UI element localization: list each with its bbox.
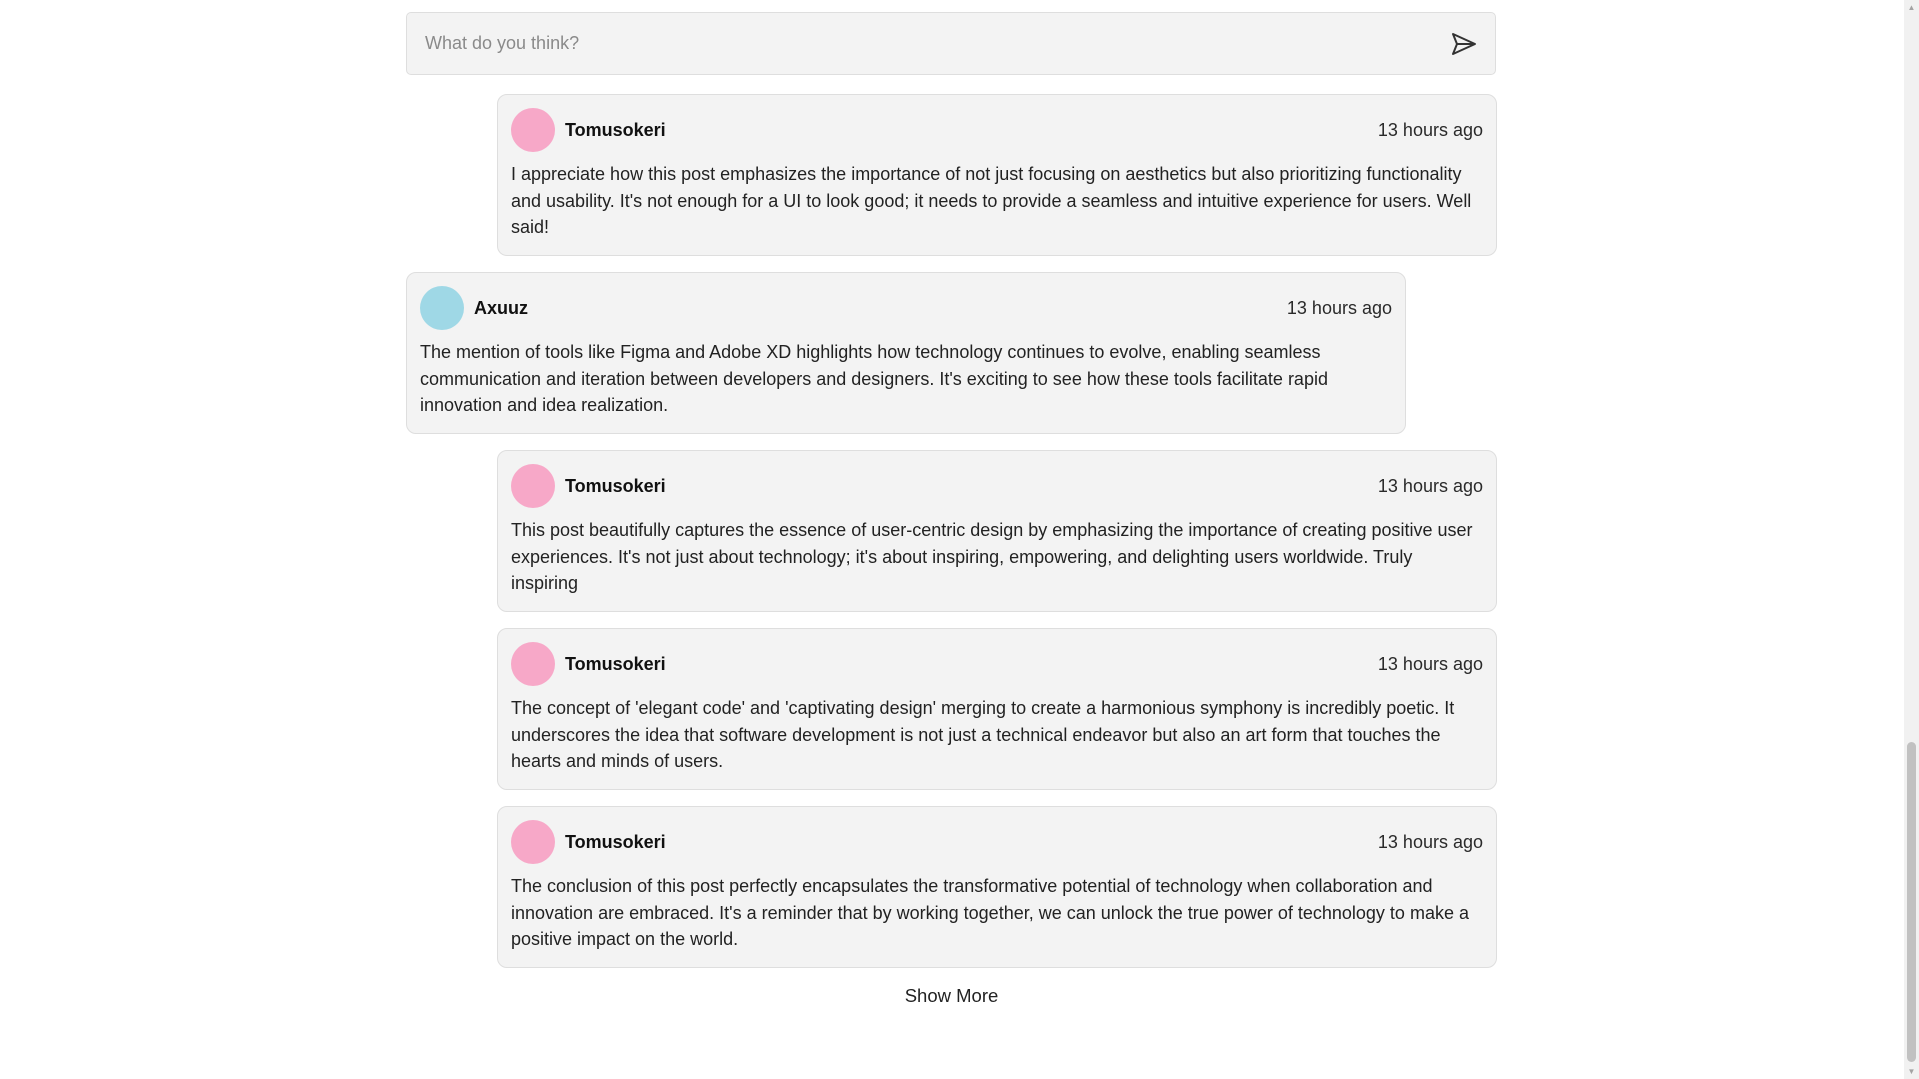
avatar[interactable] (511, 108, 555, 152)
scroll-up-icon[interactable]: ▲ (1904, 0, 1919, 15)
comment-text: I appreciate how this post emphasizes th… (511, 164, 1472, 237)
comment-author[interactable]: Tomusokeri (565, 654, 666, 675)
comment-card: Tomusokeri 13 hours ago I appreciate how… (497, 94, 1497, 256)
comment-card: Tomusokeri 13 hours ago The conclusion o… (497, 806, 1497, 968)
send-icon (1452, 32, 1476, 55)
comment-timestamp: 13 hours ago (1377, 831, 1483, 852)
comment-input-box (406, 12, 1496, 75)
avatar[interactable] (511, 464, 555, 508)
comment-timestamp: 13 hours ago (1286, 297, 1392, 318)
avatar[interactable] (511, 642, 555, 686)
comment-author[interactable]: Tomusokeri (565, 120, 666, 141)
scroll-thumb[interactable] (1907, 742, 1916, 1062)
comment-text: The concept of 'elegant code' and 'capti… (511, 698, 1455, 771)
scrollbar[interactable]: ▲ ▼ (1904, 0, 1919, 1079)
comments-page: Tomusokeri 13 hours ago I appreciate how… (0, 0, 1919, 1079)
send-button[interactable] (1439, 19, 1489, 69)
comment-author[interactable]: Tomusokeri (565, 832, 666, 853)
comment-timestamp: 13 hours ago (1377, 653, 1483, 674)
avatar[interactable] (511, 820, 555, 864)
comment-card: Axuuz 13 hours ago The mention of tools … (406, 272, 1406, 434)
comment-timestamp: 13 hours ago (1377, 475, 1483, 496)
comment-card: Tomusokeri 13 hours ago This post beauti… (497, 450, 1497, 612)
scroll-down-icon[interactable]: ▼ (1904, 1064, 1919, 1079)
comment-card: Tomusokeri 13 hours ago The concept of '… (497, 628, 1497, 790)
comment-text: This post beautifully captures the essen… (511, 520, 1473, 593)
comment-text: The mention of tools like Figma and Adob… (420, 342, 1328, 415)
comment-input[interactable] (407, 13, 1439, 74)
comment-author[interactable]: Axuuz (474, 298, 528, 319)
comment-author[interactable]: Tomusokeri (565, 476, 666, 497)
comment-text: The conclusion of this post perfectly en… (511, 876, 1469, 949)
avatar[interactable] (420, 286, 464, 330)
comment-timestamp: 13 hours ago (1377, 119, 1483, 140)
show-more-button[interactable]: Show More (0, 985, 1903, 1007)
